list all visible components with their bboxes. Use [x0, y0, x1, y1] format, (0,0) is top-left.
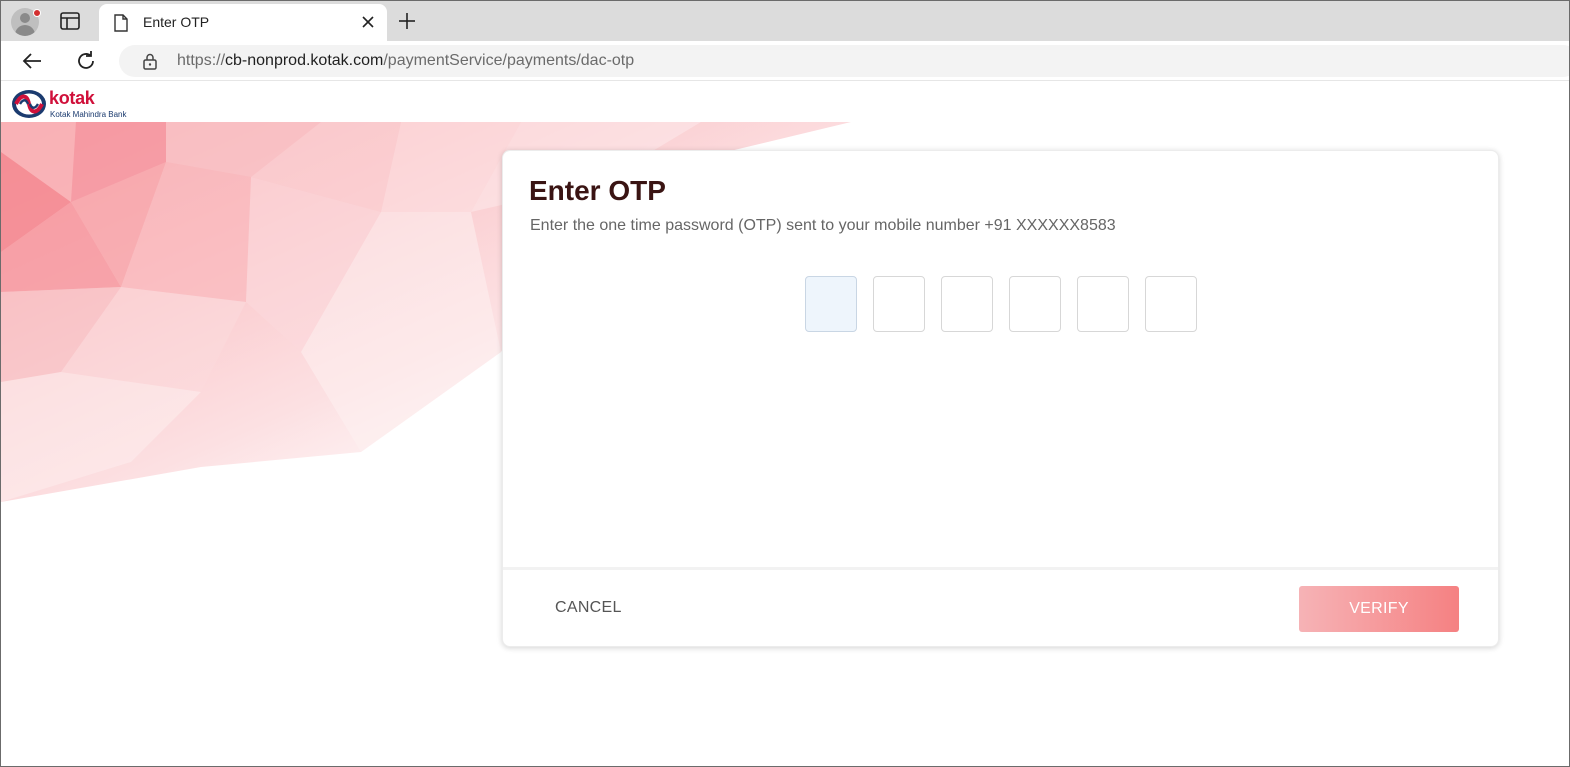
tab-actions-icon[interactable]: [59, 11, 81, 31]
url-text[interactable]: https://cb-nonprod.kotak.com/paymentServ…: [177, 52, 634, 70]
dialog-subtitle: Enter the one time password (OTP) sent t…: [530, 217, 1116, 234]
otp-digit-5[interactable]: [1077, 276, 1129, 332]
page-content: kotak Kotak Mahindra Bank Enter OTP Ente…: [1, 82, 1569, 766]
lock-icon[interactable]: [141, 52, 159, 70]
url-host: cb-nonprod.kotak.com: [225, 52, 384, 69]
address-bar[interactable]: https://cb-nonprod.kotak.com/paymentServ…: [119, 45, 1569, 77]
kotak-logo-mark-icon: [12, 90, 46, 118]
reload-icon[interactable]: [74, 49, 98, 73]
close-icon[interactable]: [359, 13, 377, 31]
otp-digit-4[interactable]: [1009, 276, 1061, 332]
url-path: /paymentService/payments/dac-otp: [383, 52, 635, 69]
otp-digit-3[interactable]: [941, 276, 993, 332]
otp-digit-1[interactable]: [805, 276, 857, 332]
notification-dot: [33, 9, 41, 17]
url-prefix: https://: [177, 52, 226, 69]
tab-title: Enter OTP: [143, 14, 210, 30]
browser-toolbar: https://cb-nonprod.kotak.com/paymentServ…: [1, 41, 1569, 81]
page-icon: [114, 14, 128, 32]
otp-digit-2[interactable]: [873, 276, 925, 332]
verify-button[interactable]: VERIFY: [1299, 586, 1459, 632]
plus-icon[interactable]: [397, 11, 417, 31]
back-arrow-icon[interactable]: [21, 50, 43, 72]
browser-window: Enter OTP https://cb-nonprod.kotak.com/p…: [0, 0, 1570, 767]
otp-dialog: Enter OTP Enter the one time password (O…: [502, 150, 1499, 647]
kotak-logo[interactable]: kotak Kotak Mahindra Bank: [11, 87, 151, 121]
dialog-title: Enter OTP: [529, 175, 666, 206]
dialog-footer-divider: [503, 567, 1498, 570]
logo-tagline: Kotak Mahindra Bank: [50, 110, 127, 119]
cancel-button[interactable]: CANCEL: [555, 599, 622, 617]
logo-wordmark: kotak: [49, 88, 95, 108]
tab-strip: Enter OTP: [1, 1, 1569, 41]
otp-digit-6[interactable]: [1145, 276, 1197, 332]
tab-enter-otp[interactable]: Enter OTP: [99, 4, 387, 41]
